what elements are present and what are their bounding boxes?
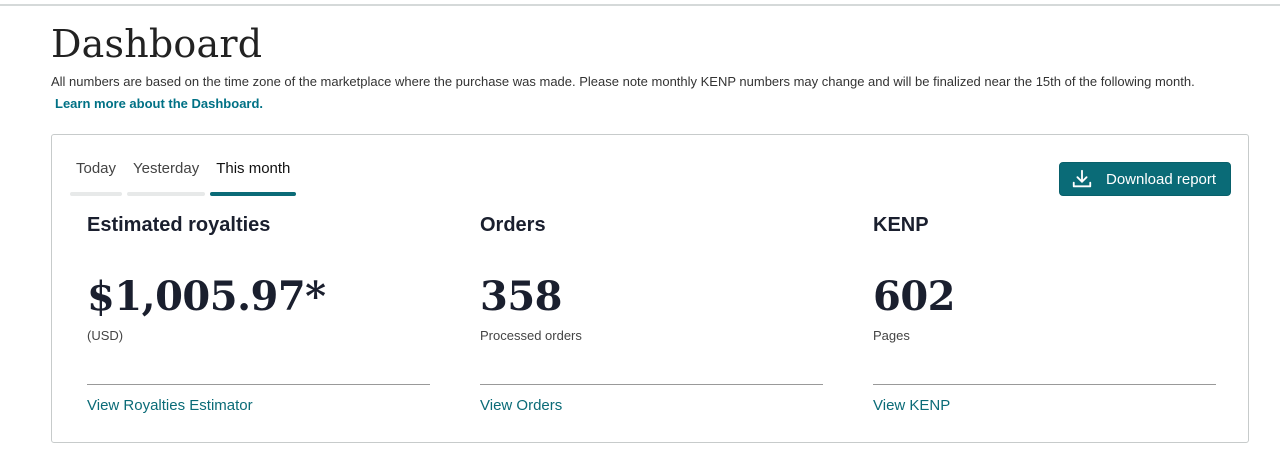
- tab-yesterday-indicator: [127, 192, 206, 196]
- royalties-label: Estimated royalties: [87, 214, 271, 236]
- orders-sub: Processed orders: [480, 328, 582, 343]
- kenp-divider: [873, 384, 1216, 385]
- dashboard-card: Today Yesterday This month Download repo…: [51, 134, 1249, 443]
- metric-royalties: Estimated royalties $1,005.97* (USD) Vie…: [87, 214, 430, 414]
- royalties-currency: (USD): [87, 328, 124, 343]
- metric-kenp: KENP 602 Pages View KENP: [873, 214, 1216, 414]
- learn-more-link[interactable]: Learn more about the Dashboard.: [55, 96, 263, 111]
- kenp-label: KENP: [873, 214, 929, 236]
- orders-divider: [480, 384, 823, 385]
- kenp-value: 602: [873, 273, 956, 320]
- tab-today-label: Today: [76, 160, 117, 177]
- metric-orders: Orders 358 Processed orders View Orders: [480, 214, 823, 414]
- intro-description: All numbers are based on the time zone o…: [51, 74, 1195, 89]
- royalties-value: $1,005.97*: [87, 273, 326, 320]
- view-orders-link[interactable]: View Orders: [480, 397, 562, 414]
- download-report-button[interactable]: Download report: [1059, 162, 1231, 196]
- tab-this-month[interactable]: This month: [210, 160, 297, 196]
- tab-this-month-indicator: [210, 192, 297, 196]
- period-tabs: Today Yesterday This month: [70, 160, 297, 196]
- tab-yesterday[interactable]: Yesterday: [127, 160, 206, 196]
- kenp-sub: Pages: [873, 328, 910, 343]
- download-icon: [1072, 169, 1092, 188]
- orders-value: 358: [480, 273, 563, 320]
- tab-today[interactable]: Today: [70, 160, 123, 196]
- intro-text: All numbers are based on the time zone o…: [51, 71, 1231, 115]
- download-report-label: Download report: [1106, 170, 1217, 188]
- tab-yesterday-label: Yesterday: [133, 160, 200, 177]
- royalties-divider: [87, 384, 430, 385]
- page-title: Dashboard: [51, 22, 263, 66]
- view-royalties-estimator-link[interactable]: View Royalties Estimator: [87, 397, 253, 414]
- orders-label: Orders: [480, 214, 546, 236]
- view-kenp-link[interactable]: View KENP: [873, 397, 950, 414]
- tab-this-month-label: This month: [216, 160, 291, 177]
- top-divider: [0, 4, 1280, 6]
- tab-today-indicator: [70, 192, 123, 196]
